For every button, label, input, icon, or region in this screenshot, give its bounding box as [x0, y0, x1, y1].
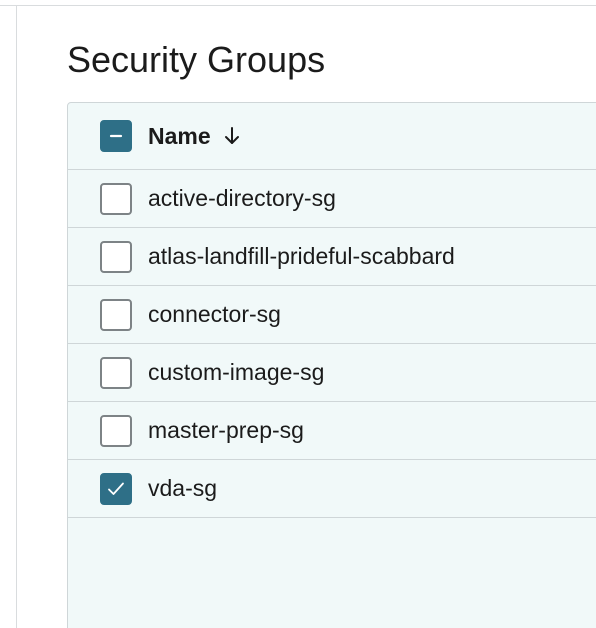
row-name: custom-image-sg — [148, 359, 325, 385]
row-checkbox[interactable] — [100, 182, 132, 215]
row-name: atlas-landfill-prideful-scabbard — [148, 243, 455, 269]
table-row[interactable]: custom-image-sg — [68, 344, 596, 402]
row-checkbox-checked[interactable] — [100, 472, 132, 505]
table-row[interactable]: atlas-landfill-prideful-scabbard — [68, 228, 596, 286]
select-all-checkbox[interactable] — [100, 120, 132, 152]
table-header-row: Name — [68, 103, 596, 170]
column-header-name-label: Name — [148, 122, 211, 149]
row-name: master-prep-sg — [148, 417, 304, 443]
table-row[interactable]: connector-sg — [68, 286, 596, 344]
left-divider — [16, 6, 17, 628]
table-row[interactable]: master-prep-sg — [68, 402, 596, 460]
minus-icon — [109, 134, 123, 138]
security-groups-table: Name active-directory-sg atlas-landfill-… — [67, 102, 596, 628]
table-row[interactable]: vda-sg — [68, 460, 596, 518]
checkmark-icon — [108, 482, 124, 495]
arrow-down-icon — [224, 127, 239, 144]
row-checkbox[interactable] — [100, 298, 132, 331]
table-row[interactable]: active-directory-sg — [68, 170, 596, 228]
row-checkbox[interactable] — [100, 240, 132, 273]
row-name: connector-sg — [148, 301, 281, 327]
row-checkbox[interactable] — [100, 356, 132, 389]
security-groups-panel: Security Groups Name active-directory-sg — [0, 0, 596, 628]
column-header-name[interactable]: Name — [148, 123, 241, 150]
row-name: vda-sg — [148, 475, 218, 501]
top-divider — [0, 5, 596, 6]
row-checkbox[interactable] — [100, 414, 132, 447]
page-title: Security Groups — [67, 39, 326, 80]
row-name: active-directory-sg — [148, 185, 336, 211]
